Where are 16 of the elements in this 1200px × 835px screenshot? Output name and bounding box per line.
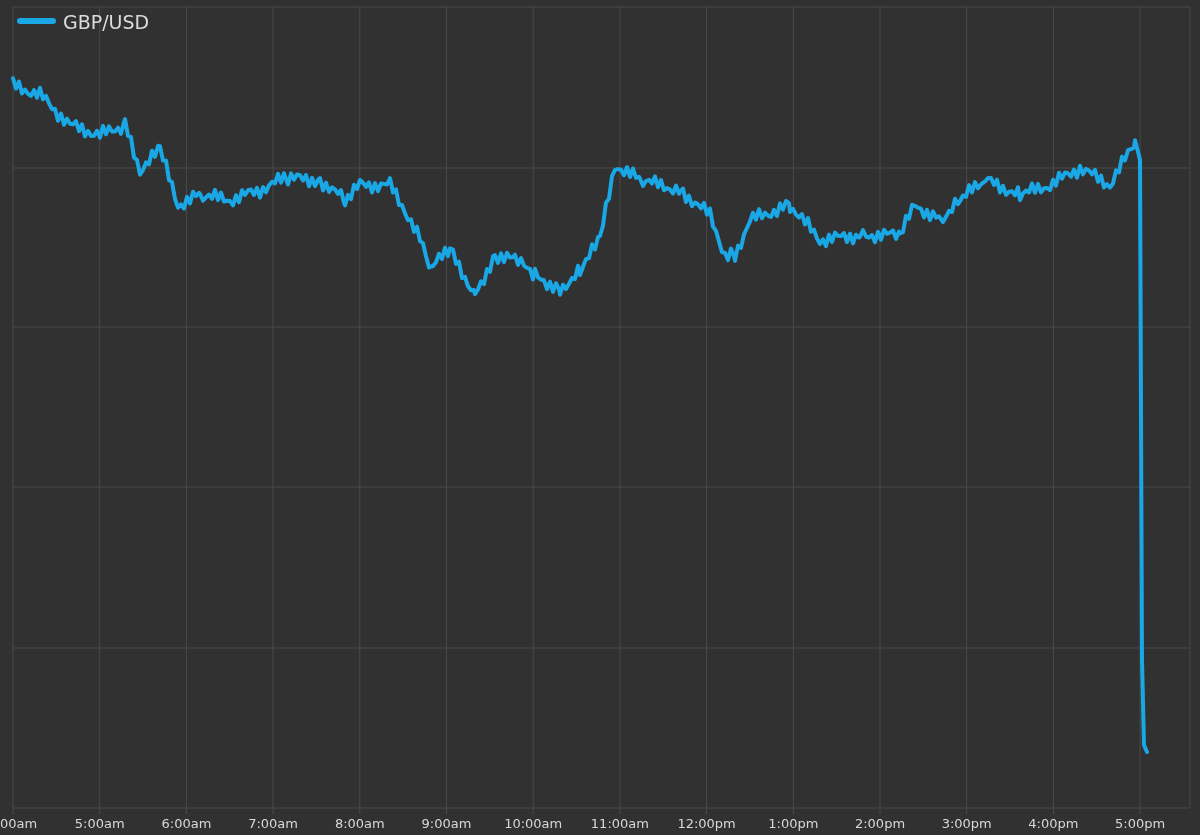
legend-line-icon bbox=[17, 18, 56, 24]
axis-tick-label: 8:00am bbox=[334, 816, 385, 831]
axis-tick-label: 3:00pm bbox=[941, 816, 992, 831]
axis-tick-label: 11:00am bbox=[590, 816, 649, 831]
axis-tick-label: 2:00pm bbox=[854, 816, 906, 831]
legend-label: GBP/USD bbox=[63, 11, 150, 33]
axis-tick-label: 00am bbox=[0, 816, 38, 831]
axis-tick-label: 7:00am bbox=[248, 816, 298, 831]
axis-tick-label: 1:00pm bbox=[768, 816, 819, 831]
axis-tick-label: 6:00am bbox=[161, 816, 212, 831]
axis-tick-label: 12:00pm bbox=[677, 816, 736, 831]
axis-tick-label: 5:00pm bbox=[1115, 816, 1166, 831]
axis-tick-label: 5:00am bbox=[74, 816, 125, 831]
axis-tick-label: 4:00pm bbox=[1028, 816, 1079, 831]
axis-tick-label: 10:00am bbox=[504, 816, 563, 831]
axis-tick-label: 9:00am bbox=[421, 816, 472, 831]
